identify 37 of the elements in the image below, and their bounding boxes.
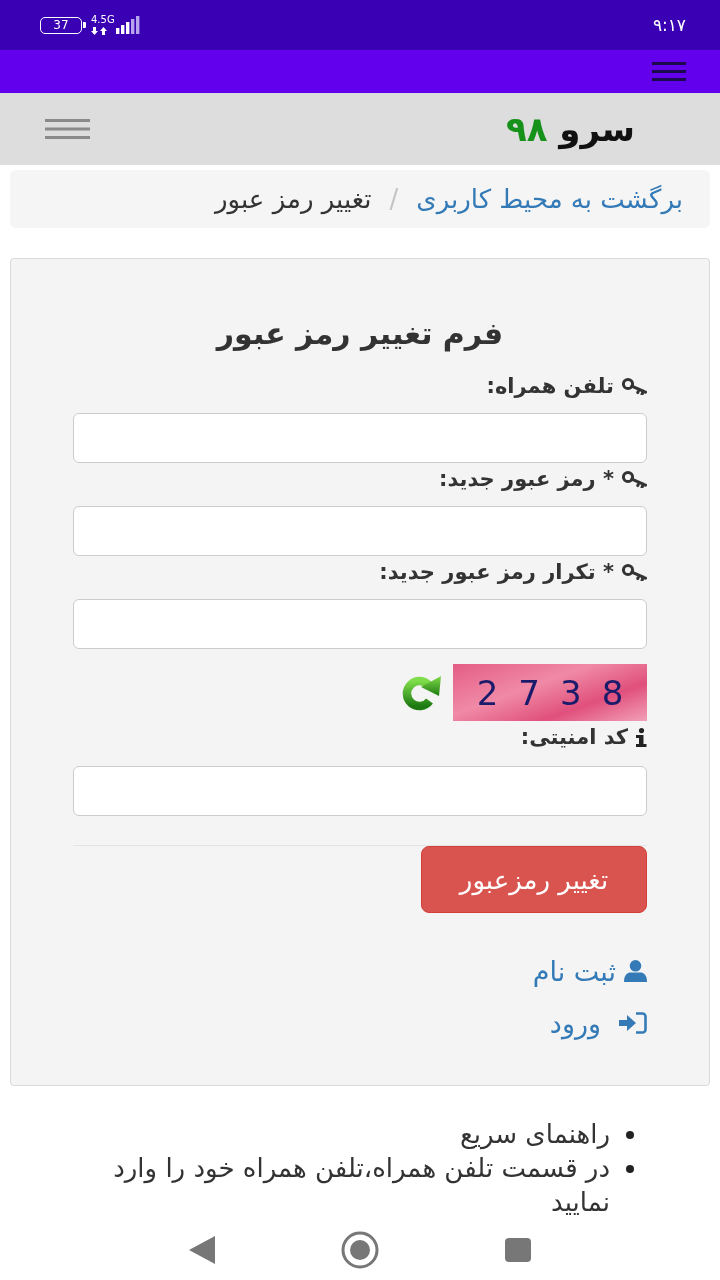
- breadcrumb-link[interactable]: برگشت به محیط کاربری: [416, 184, 683, 214]
- signal-icon: [115, 16, 142, 34]
- field-label: کد امنیتی:: [520, 725, 628, 749]
- menu-icon[interactable]: [652, 62, 686, 81]
- field-label: * تکرار رمز عبور جدید:: [379, 560, 614, 584]
- key-icon: [621, 470, 647, 488]
- square-icon[interactable]: [505, 1238, 531, 1262]
- battery-percent: 37: [53, 19, 69, 31]
- breadcrumb-current: تغییر رمز عبور: [215, 184, 372, 214]
- user-icon: [624, 960, 647, 982]
- breadcrumb-separator: /: [388, 184, 400, 214]
- network-type: 4.5G: [91, 15, 115, 25]
- menu-icon[interactable]: [45, 119, 90, 139]
- input-field[interactable]: [73, 413, 647, 463]
- captcha-input-field[interactable]: [73, 766, 647, 816]
- bullet-icon: [626, 1131, 634, 1139]
- data-arrows-icon: [91, 27, 107, 35]
- site-logo[interactable]: سرو ۹۸: [505, 109, 635, 149]
- submit-button[interactable]: تغییر رمزعبور: [421, 846, 647, 913]
- clock: ۹:۱۷: [652, 15, 686, 35]
- key-icon: [621, 377, 647, 395]
- key-icon: [621, 563, 647, 581]
- bullet-icon: [626, 1165, 634, 1173]
- login-link[interactable]: ورود: [549, 1008, 647, 1038]
- input-field[interactable]: [73, 599, 647, 649]
- field-label: * رمز عبور جدید:: [439, 467, 614, 491]
- help-text: راهنمای سریع: [459, 1118, 610, 1151]
- form-title: فرم تغییر رمز عبور: [214, 315, 505, 354]
- home-icon[interactable]: [341, 1231, 379, 1269]
- captcha-code: 2738: [476, 672, 644, 713]
- field-label: تلفن همراه:: [486, 374, 614, 398]
- help-text: در قسمت تلفن همراه،تلفن همراه خود را وارد نمایید: [112, 1152, 610, 1219]
- info-icon: [635, 727, 647, 747]
- back-icon[interactable]: [189, 1236, 215, 1264]
- input-field[interactable]: [73, 506, 647, 556]
- register-link[interactable]: ثبت نام: [532, 956, 647, 986]
- sign-in-icon: [619, 1012, 647, 1034]
